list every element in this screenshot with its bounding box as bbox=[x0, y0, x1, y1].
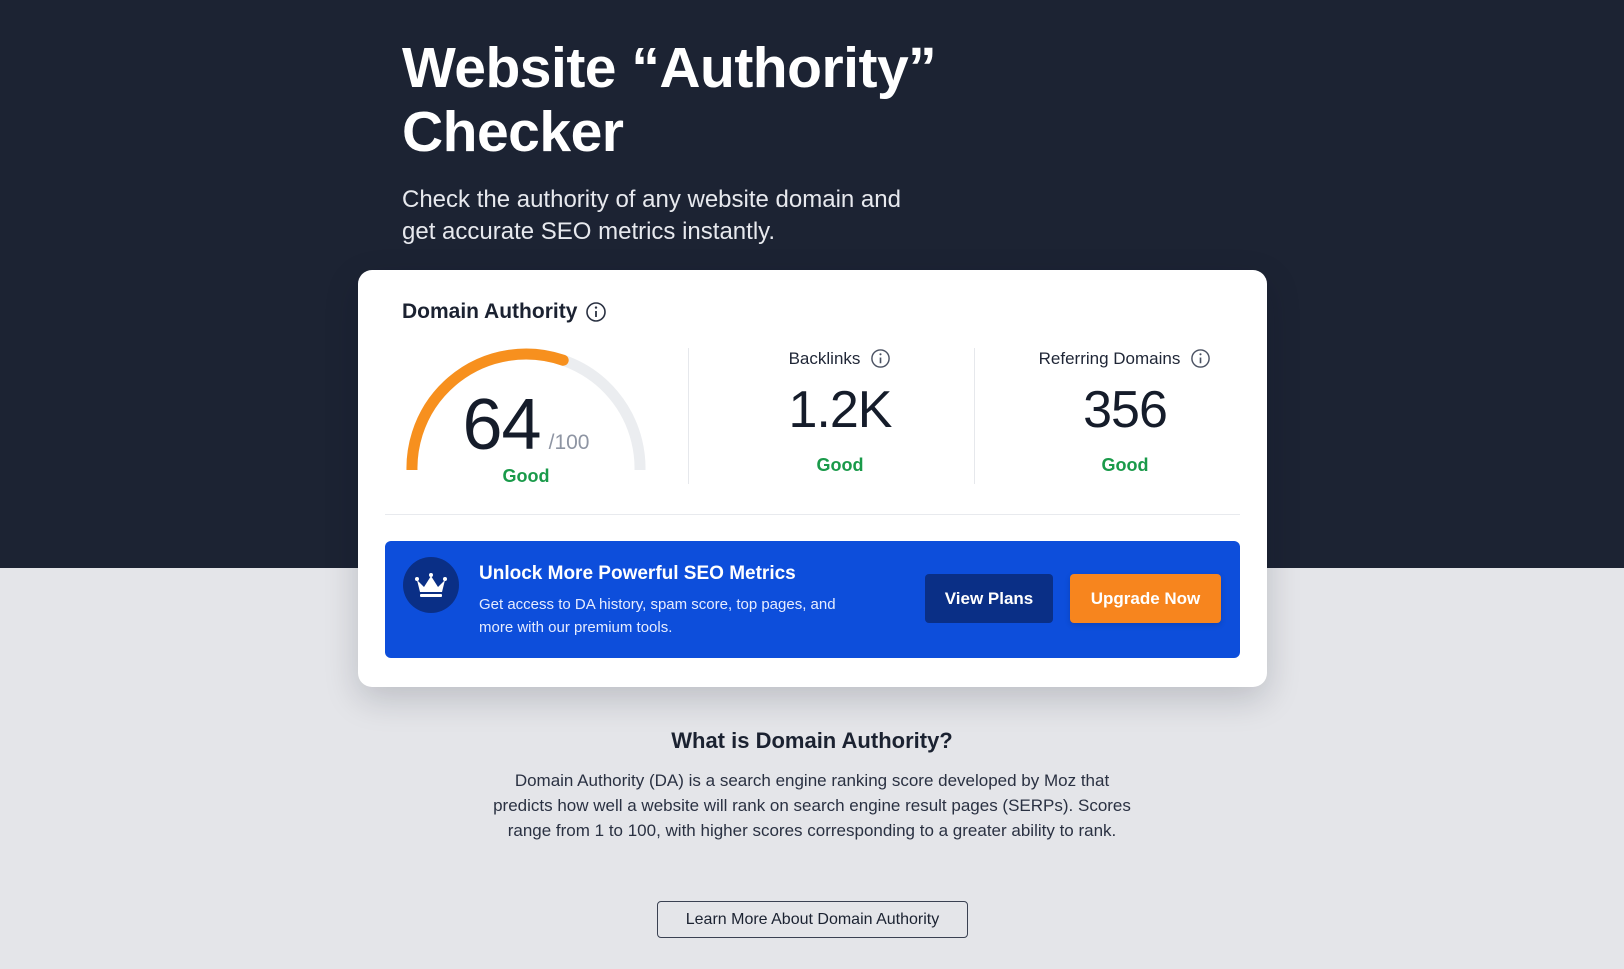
domain-authority-label: Domain Authority bbox=[402, 300, 578, 323]
learn-more-button[interactable]: Learn More About Domain Authority bbox=[657, 901, 968, 938]
backlinks-value: 1.2K bbox=[788, 381, 893, 439]
gauge-value: 64/100 bbox=[396, 384, 656, 466]
backlinks-status: Good bbox=[816, 455, 864, 475]
upgrade-now-button[interactable]: Upgrade Now bbox=[1070, 574, 1221, 623]
hero-section: Website “Authority” Checker Check the au… bbox=[402, 36, 1022, 248]
results-card: Domain Authority 64/100 Good Backlinks 1… bbox=[358, 270, 1267, 687]
domain-authority-score: 64 bbox=[462, 385, 542, 465]
metric-divider bbox=[688, 348, 689, 484]
referring-domains-label: Referring Domains bbox=[1038, 348, 1181, 368]
backlinks-label: Backlinks bbox=[788, 348, 861, 368]
backlinks-metric: Backlinks 1.2K Good bbox=[698, 348, 982, 476]
domain-authority-status: Good bbox=[502, 466, 550, 486]
page-title: Website “Authority” Checker bbox=[402, 36, 1022, 164]
about-heading: What is Domain Authority? bbox=[671, 728, 953, 753]
referring-domains-metric: Referring Domains 356 Good bbox=[983, 348, 1267, 476]
domain-authority-heading: Domain Authority bbox=[402, 300, 607, 324]
metric-divider bbox=[974, 348, 975, 484]
upgrade-banner-title: Unlock More Powerful SEO Metrics bbox=[479, 563, 796, 584]
crown-icon bbox=[415, 573, 447, 597]
card-divider bbox=[385, 514, 1240, 515]
page-title-line-2: Checker bbox=[402, 100, 624, 164]
crown-badge bbox=[403, 557, 459, 613]
domain-authority-gauge: 64/100 Good bbox=[396, 340, 656, 490]
about-section: What is Domain Authority? Domain Authori… bbox=[452, 728, 1172, 843]
info-icon[interactable] bbox=[1190, 348, 1211, 369]
backlinks-label-row: Backlinks bbox=[698, 348, 982, 369]
page-title-line-1: Website “Authority” bbox=[402, 36, 937, 100]
info-icon[interactable] bbox=[585, 301, 607, 323]
info-icon[interactable] bbox=[870, 348, 891, 369]
upgrade-banner-description: Get access to DA history, spam score, to… bbox=[479, 596, 836, 636]
about-body: Domain Authority (DA) is a search engine… bbox=[493, 771, 1131, 840]
upgrade-banner: Unlock More Powerful SEO Metrics Get acc… bbox=[385, 541, 1240, 658]
domain-authority-max: /100 bbox=[548, 431, 590, 454]
page-subtitle: Check the authority of any website domai… bbox=[402, 186, 901, 245]
referring-domains-label-row: Referring Domains bbox=[983, 348, 1267, 369]
referring-domains-status: Good bbox=[1101, 455, 1149, 475]
view-plans-button[interactable]: View Plans bbox=[925, 574, 1053, 623]
referring-domains-value: 356 bbox=[1083, 381, 1168, 439]
